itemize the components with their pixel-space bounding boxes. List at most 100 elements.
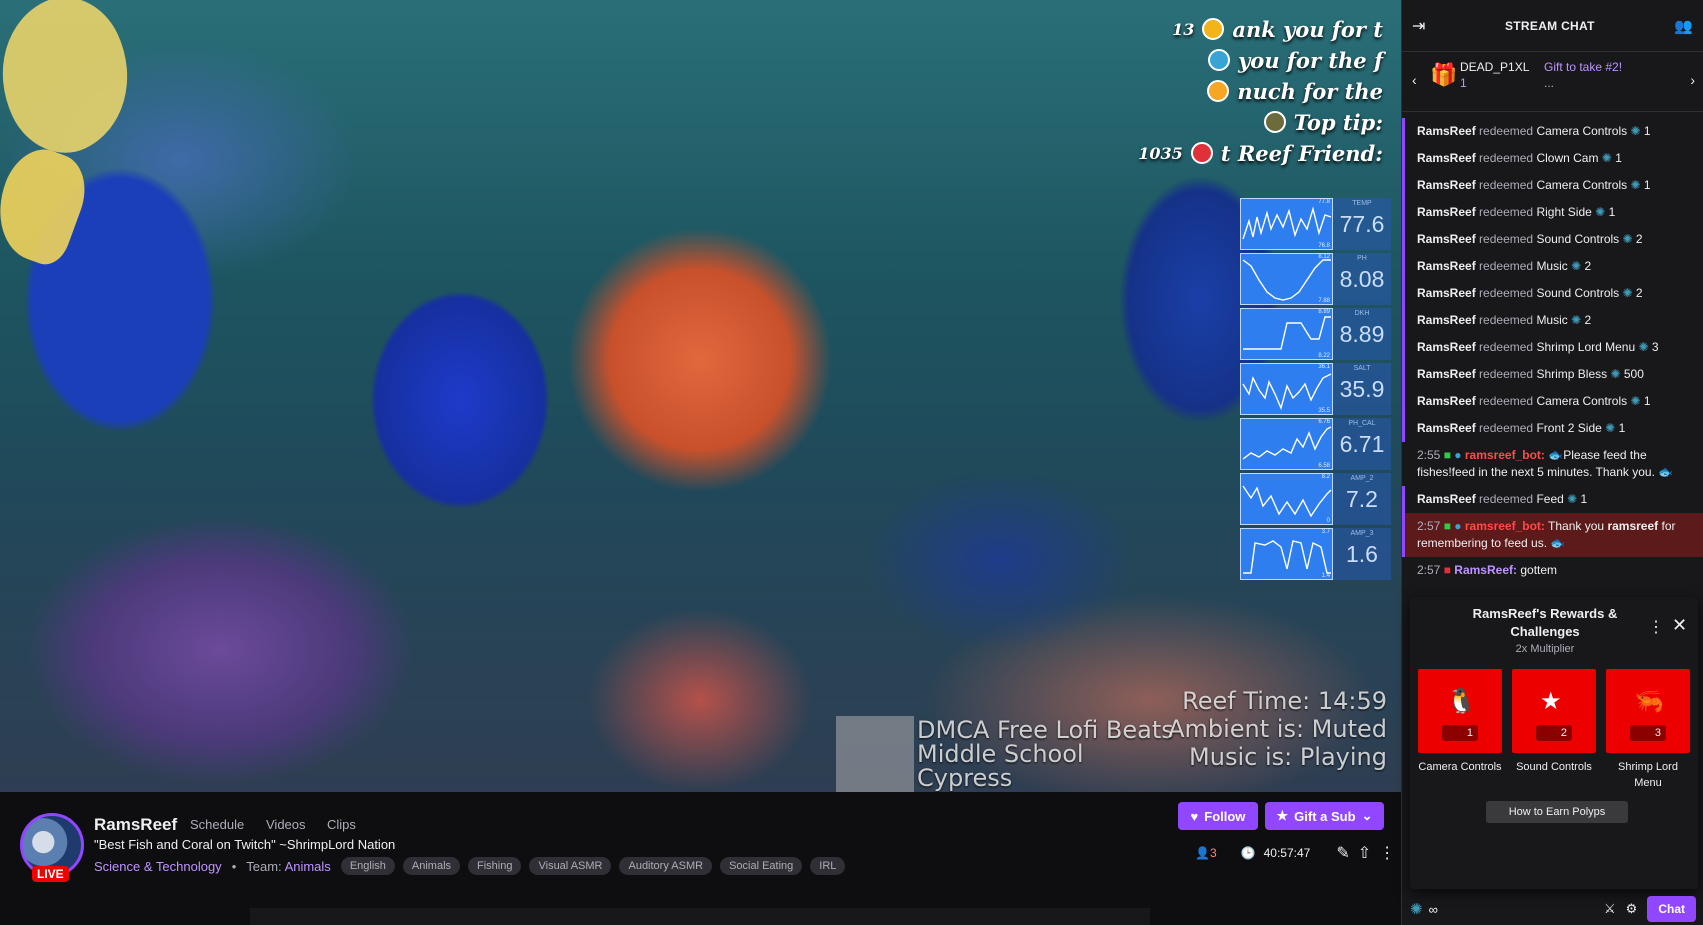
channel-name[interactable]: RamsReef xyxy=(94,815,177,835)
points-value: ∞ xyxy=(1428,901,1438,917)
reward-cost: 1 xyxy=(1615,151,1622,165)
reward-cost: 2 xyxy=(1635,286,1643,300)
chat-username[interactable]: RamsReef xyxy=(1417,367,1476,381)
chat-username[interactable]: RamsReef xyxy=(1417,232,1476,246)
chevron-left-icon[interactable]: ‹ xyxy=(1412,72,1417,88)
chat-username[interactable]: RamsReef xyxy=(1417,151,1476,165)
reward-cost: 1 xyxy=(1442,725,1478,741)
follow-button[interactable]: ♥ Follow xyxy=(1178,802,1258,830)
close-icon[interactable]: ✕ xyxy=(1672,615,1687,636)
chat-username[interactable]: ramsreef_bot: xyxy=(1465,448,1545,462)
yellow-fin-decoration xyxy=(0,0,156,171)
gift-sub-button[interactable]: ★ Gift a Sub ⌄ xyxy=(1265,802,1384,830)
twitch-stream-page: 13 ank you for t you for the f nuch for … xyxy=(0,0,1703,925)
share-icon[interactable]: ⇧ xyxy=(1358,843,1371,863)
follow-label: Follow xyxy=(1204,808,1246,824)
chat-username[interactable]: RamsReef: xyxy=(1454,563,1517,577)
chat-header: ⇥ STREAM CHAT 👥 xyxy=(1402,0,1703,52)
team-link[interactable]: Animals xyxy=(285,859,331,874)
chevron-down-icon[interactable]: ⌄ xyxy=(1362,808,1373,824)
polyp-icon: ✺ xyxy=(1622,232,1633,246)
points-balance[interactable]: ✺ ∞ xyxy=(1410,900,1438,918)
tag[interactable]: English xyxy=(340,857,395,875)
polyp-icon: ✺ xyxy=(1601,151,1612,165)
chat-input-bar: ✺ ∞ ⚔ ⚙ Chat xyxy=(1402,893,1703,925)
ambient-status-text: Ambient is: Muted xyxy=(1168,715,1387,743)
track-line: Cypress xyxy=(917,764,1013,792)
chat-username[interactable]: RamsReef xyxy=(1417,340,1476,354)
edit-icon[interactable]: ✎ xyxy=(1336,843,1349,863)
below-player-strip xyxy=(250,908,1150,925)
emote-icon: 🐟 xyxy=(1550,536,1566,550)
sensor-graph: 8.89 8.22 xyxy=(1240,308,1333,360)
reward-cost: 500 xyxy=(1623,367,1644,381)
sensor-panel: 77.8 76.8 TEMP 77.6 8.12 7.88 PH 8.08 8.89 8.22 DK… xyxy=(1240,198,1391,583)
sensor-label: SALT xyxy=(1353,365,1371,372)
chat-username[interactable]: RamsReef xyxy=(1417,259,1476,273)
reward-name: Sound Controls xyxy=(1516,761,1592,773)
mod-sword-icon[interactable]: ⚔ xyxy=(1604,901,1616,917)
sensor-max: 8.12 xyxy=(1318,254,1330,260)
reward-item[interactable]: 🐧 1 Camera Controls xyxy=(1418,669,1502,775)
mention[interactable]: ramsreef xyxy=(1607,519,1658,533)
reward-card[interactable]: ★ 2 xyxy=(1512,669,1596,753)
how-to-earn-button[interactable]: How to Earn Polyps xyxy=(1486,801,1628,823)
tab-schedule[interactable]: Schedule xyxy=(190,817,244,832)
tab-clips[interactable]: Clips xyxy=(327,817,356,832)
reward-card[interactable]: 🐧 1 xyxy=(1418,669,1502,753)
chat-username[interactable]: RamsReef xyxy=(1417,421,1476,435)
polyp-icon: ✺ xyxy=(1638,340,1649,354)
chat-username[interactable]: RamsReef xyxy=(1417,313,1476,327)
sensor-graph: 3.7 1.4 xyxy=(1240,528,1333,580)
chat-username[interactable]: RamsReef xyxy=(1417,205,1476,219)
reward-cost: 1 xyxy=(1643,394,1651,408)
chat-actions: ⚔ ⚙ Chat xyxy=(1604,896,1696,922)
heart-badge-icon xyxy=(1190,142,1213,164)
heart-icon: ♥ xyxy=(1190,808,1199,824)
settings-gear-icon[interactable]: ⚙ xyxy=(1626,901,1638,917)
chat-messages[interactable]: RamsReef redeemed Camera Controls ✺ 1 Ram… xyxy=(1402,118,1703,598)
reward-cost: 2 xyxy=(1584,259,1592,273)
redeem-verb: redeemed xyxy=(1479,394,1534,408)
chat-username[interactable]: RamsReef xyxy=(1417,124,1476,138)
tag[interactable]: Fishing xyxy=(468,857,522,875)
tab-videos[interactable]: Videos xyxy=(266,817,306,832)
chat-username[interactable]: RamsReef xyxy=(1417,178,1476,192)
tag[interactable]: Animals xyxy=(402,857,461,875)
collapse-chat-icon[interactable]: ⇥ xyxy=(1412,16,1425,36)
chat-username[interactable]: RamsReef xyxy=(1417,394,1476,408)
tag[interactable]: Visual ASMR xyxy=(529,857,612,875)
tag[interactable]: IRL xyxy=(810,857,846,875)
chat-username[interactable]: ramsreef_bot: xyxy=(1465,519,1545,533)
video-player[interactable]: 13 ank you for t you for the f nuch for … xyxy=(0,0,1401,792)
chat-username[interactable]: RamsReef xyxy=(1417,492,1476,506)
sensor-value: 7.2 xyxy=(1346,485,1378,512)
gift-goal-text: Gift to take #2! xyxy=(1544,60,1623,74)
more-options-icon[interactable]: ⋮ xyxy=(1379,843,1395,863)
tag[interactable]: Social Eating xyxy=(720,857,803,875)
chat-send-button[interactable]: Chat xyxy=(1647,896,1696,922)
sensor-graph: 8.12 7.88 xyxy=(1240,253,1333,305)
reward-card[interactable]: 🦐 3 xyxy=(1606,669,1690,753)
chevron-right-icon[interactable]: › xyxy=(1690,72,1695,88)
reward-name: Camera Controls xyxy=(1418,761,1502,773)
rewards-title: RamsReef's Rewards & Challenges xyxy=(1472,606,1618,639)
category-link[interactable]: Science & Technology xyxy=(94,859,222,874)
redeem-verb: redeemed xyxy=(1479,259,1534,273)
reward-item[interactable]: 🦐 3 Shrimp Lord Menu xyxy=(1606,669,1690,791)
community-icon[interactable]: 👥 xyxy=(1674,17,1693,35)
reward-cost: 1 xyxy=(1618,421,1626,435)
sensor-min: 6.58 xyxy=(1318,463,1330,469)
tag[interactable]: Auditory ASMR xyxy=(619,857,713,875)
more-options-icon[interactable]: ⋮ xyxy=(1648,617,1664,637)
star-icon: ★ xyxy=(1276,808,1289,823)
bot-message-highlight: 2:57 ■ ● ramsreef_bot: Thank you ramsree… xyxy=(1402,513,1703,557)
reward-item[interactable]: ★ 2 Sound Controls xyxy=(1512,669,1596,775)
gift-user[interactable]: DEAD_P1XL xyxy=(1460,60,1529,74)
chat-username[interactable]: RamsReef xyxy=(1417,286,1476,300)
stream-stats: 👤3 🕒 40:57:47 ✎ ⇧ ⋮ xyxy=(1195,843,1395,863)
timestamp: 2:57 xyxy=(1417,519,1441,533)
chat-message: 2:57 ■ RamsReef: gottem xyxy=(1402,557,1703,584)
polyp-icon: ✺ xyxy=(1630,394,1641,408)
team-label-wrap: Team: Animals xyxy=(246,859,331,874)
